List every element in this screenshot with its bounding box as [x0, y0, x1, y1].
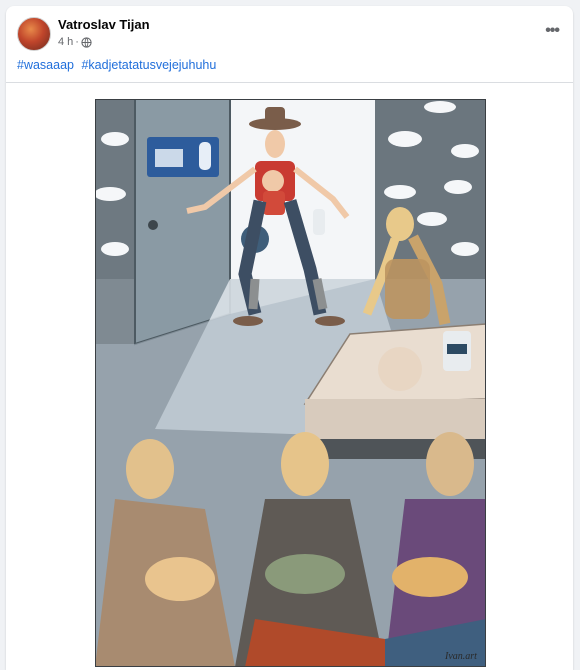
hashtag-link[interactable]: #wasaaap — [17, 58, 74, 72]
globe-icon[interactable] — [81, 36, 92, 48]
more-options-icon[interactable]: ••• — [545, 22, 560, 40]
post-header: Vatroslav Tijan 4 h · ••• — [6, 6, 573, 58]
post-hashtags: #wasaaap #kadjetatatusvejejuhuhu — [17, 58, 220, 72]
post-meta: 4 h · — [58, 36, 92, 48]
comic-illustration[interactable]: Ivan.art — [95, 99, 486, 667]
post-image-area[interactable]: Ivan.art — [6, 83, 573, 670]
baby — [378, 347, 422, 391]
post-time[interactable]: 4 h — [58, 36, 73, 48]
post-card: Vatroslav Tijan 4 h · ••• #wasaaap #kadj… — [6, 6, 573, 670]
meta-separator: · — [75, 36, 79, 48]
author-avatar[interactable] — [17, 17, 51, 51]
artist-signature: Ivan.art — [444, 651, 477, 662]
nursing-mothers — [95, 432, 486, 667]
hashtag-link[interactable]: #kadjetatatusvejejuhuhu — [81, 58, 216, 72]
author-name[interactable]: Vatroslav Tijan — [58, 17, 150, 32]
door-knob — [148, 220, 158, 230]
